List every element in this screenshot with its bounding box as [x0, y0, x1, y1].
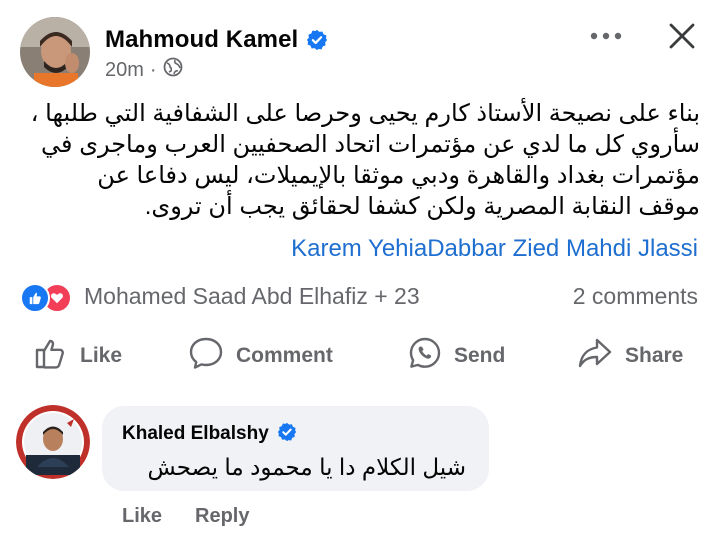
- comment-like-button[interactable]: Like: [122, 503, 162, 529]
- whatsapp-icon: [408, 336, 442, 376]
- close-icon: [669, 23, 695, 49]
- comment-reply-button[interactable]: Reply: [195, 503, 249, 529]
- more-options-button[interactable]: [582, 22, 630, 50]
- comments-count[interactable]: 2 comments: [573, 280, 698, 312]
- comment-author-row: Khaled Elbalshy: [122, 420, 297, 448]
- meta-separator: ·: [149, 58, 157, 81]
- like-button[interactable]: Like: [34, 336, 122, 376]
- mention-mahdi-jlassi[interactable]: Mahdi Jlassi: [566, 235, 698, 262]
- author-name[interactable]: Mahmoud Kamel: [105, 26, 298, 54]
- like-reaction-icon: [20, 283, 50, 313]
- post-text-line: موقف النقابة المصرية ولكن كشفا لحقائق يج…: [144, 193, 700, 220]
- globe-icon: [163, 57, 183, 83]
- share-label: Share: [625, 344, 684, 367]
- thumbs-up-icon: [34, 336, 68, 376]
- comment-author-name[interactable]: Khaled Elbalshy: [122, 423, 269, 445]
- post-text-line: سأروي كل ما لدي عن مؤتمرات اتحاد الصحفيي…: [41, 131, 700, 158]
- close-button[interactable]: [662, 16, 702, 56]
- reactors-text[interactable]: Mohamed Saad Abd Elhafiz + 23: [84, 283, 420, 310]
- share-button[interactable]: Share: [577, 336, 683, 376]
- author-row: Mahmoud Kamel: [105, 24, 328, 56]
- share-icon: [577, 336, 613, 376]
- verified-badge-icon: [306, 29, 328, 51]
- comment-label: Comment: [236, 344, 333, 367]
- post-body: بناء على نصيحة الأستاذ كارم يحيى وحرصا ع…: [24, 98, 700, 222]
- reaction-icons: [20, 282, 78, 313]
- mention-dabbar-zied[interactable]: Dabbar Zied: [427, 235, 559, 262]
- post-text-line: بناء على نصيحة الأستاذ كارم يحيى وحرصا ع…: [30, 100, 700, 127]
- more-icon: [590, 32, 622, 40]
- mention-karem-yehia[interactable]: Karem Yehia: [291, 235, 427, 262]
- comment-button[interactable]: Comment: [188, 336, 333, 376]
- author-avatar[interactable]: [20, 17, 90, 87]
- post-meta: 20m ·: [105, 57, 183, 83]
- post-time[interactable]: 20m: [105, 59, 144, 82]
- mention-separator: [559, 235, 566, 262]
- post-text-line: مؤتمرات بغداد والقاهرة ودبي موثقا بالإيم…: [97, 162, 700, 189]
- send-label: Send: [454, 344, 506, 367]
- comment-icon: [188, 336, 224, 376]
- send-button[interactable]: Send: [408, 336, 505, 376]
- comment-text: شيل الكلام دا يا محمود ما يصحش: [147, 454, 466, 480]
- reactions-summary[interactable]: Mohamed Saad Abd Elhafiz + 23: [20, 280, 420, 313]
- verified-badge-icon: [277, 422, 297, 447]
- commenter-avatar[interactable]: [16, 405, 90, 479]
- like-label: Like: [80, 344, 123, 367]
- mentions: Karem YehiaDabbar Zied Mahdi Jlassi: [24, 233, 698, 264]
